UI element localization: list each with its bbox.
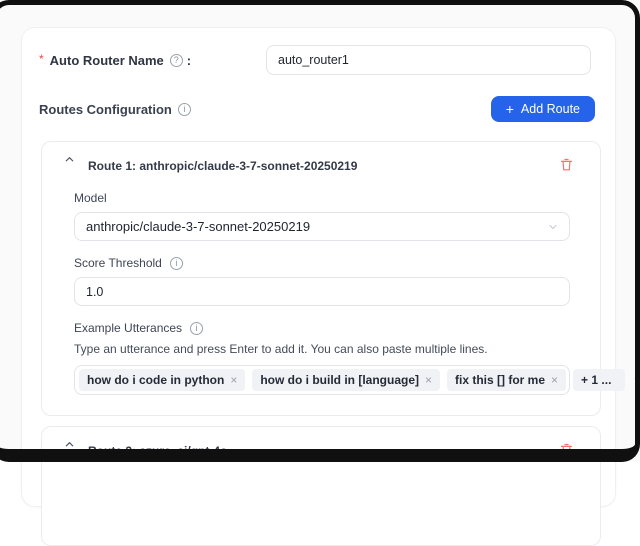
plus-icon: + bbox=[506, 102, 514, 116]
utterance-tag-label: how do i code in python bbox=[87, 373, 224, 387]
utterances-help-text: Type an utterance and press Enter to add… bbox=[74, 342, 570, 356]
route-1-header: Route 1: anthropic/claude-3-7-sonnet-202… bbox=[62, 152, 576, 174]
tag-remove-icon[interactable]: × bbox=[425, 373, 432, 387]
route-2-header: Route 2: azure_ai/gpt-4o bbox=[62, 437, 576, 459]
auto-router-name-row: * Auto Router Name ? : bbox=[22, 28, 615, 75]
model-select[interactable]: anthropic/claude-3-7-sonnet-20250219 bbox=[74, 212, 570, 241]
chevron-down-icon bbox=[547, 221, 559, 233]
collapse-chevron-up-icon[interactable] bbox=[62, 437, 77, 452]
route-1-title: Route 1: anthropic/claude-3-7-sonnet-202… bbox=[88, 159, 357, 173]
routes-configuration-label: Routes Configuration bbox=[39, 102, 172, 117]
utterance-tag: how do i build in [language] × bbox=[252, 369, 440, 391]
utterance-tag-label: fix this [] for me bbox=[455, 373, 545, 387]
score-threshold-label-text: Score Threshold bbox=[74, 256, 162, 270]
tag-remove-icon[interactable]: × bbox=[551, 373, 558, 387]
routes-configuration-row: Routes Configuration i + Add Route bbox=[22, 75, 615, 122]
label-colon: : bbox=[187, 53, 191, 68]
info-circle-icon[interactable]: i bbox=[170, 257, 183, 270]
page-background: * Auto Router Name ? : Routes Configurat… bbox=[0, 0, 640, 462]
utterance-tag: how do i code in python × bbox=[79, 369, 245, 391]
model-label: Model bbox=[74, 191, 570, 205]
example-utterances-label: Example Utterances i bbox=[74, 321, 570, 335]
add-route-button-label: Add Route bbox=[521, 102, 580, 116]
utterances-tags-input[interactable]: how do i code in python × how do i build… bbox=[74, 365, 570, 395]
route-1-body: Model anthropic/claude-3-7-sonnet-202502… bbox=[62, 191, 576, 395]
route-card-2: Route 2: azure_ai/gpt-4o bbox=[41, 426, 601, 546]
score-threshold-input[interactable] bbox=[74, 277, 570, 306]
utterance-tag-label: how do i build in [language] bbox=[260, 373, 419, 387]
utterance-tag: fix this [] for me × bbox=[447, 369, 566, 391]
tag-remove-icon[interactable]: × bbox=[230, 373, 237, 387]
auto-router-name-label: Auto Router Name bbox=[50, 53, 164, 68]
info-circle-icon[interactable]: i bbox=[178, 103, 191, 116]
chevron-down-icon bbox=[632, 374, 640, 386]
example-utterances-label-text: Example Utterances bbox=[74, 321, 182, 335]
info-circle-icon[interactable]: i bbox=[190, 322, 203, 335]
route-2-title: Route 2: azure_ai/gpt-4o bbox=[88, 444, 227, 458]
collapse-chevron-up-icon[interactable] bbox=[62, 152, 77, 167]
delete-route-1-trash-icon[interactable] bbox=[557, 155, 576, 174]
add-route-button[interactable]: + Add Route bbox=[491, 96, 595, 122]
auto-router-name-label-group: * Auto Router Name ? : bbox=[39, 53, 191, 68]
auto-router-form-card: * Auto Router Name ? : Routes Configurat… bbox=[21, 27, 616, 507]
question-circle-icon[interactable]: ? bbox=[170, 54, 183, 67]
route-card-1: Route 1: anthropic/claude-3-7-sonnet-202… bbox=[41, 141, 601, 416]
model-select-value: anthropic/claude-3-7-sonnet-20250219 bbox=[86, 219, 310, 234]
score-threshold-label: Score Threshold i bbox=[74, 256, 570, 270]
auto-router-name-input[interactable] bbox=[266, 45, 591, 75]
routes-configuration-label-group: Routes Configuration i bbox=[39, 102, 191, 117]
delete-route-2-trash-icon[interactable] bbox=[557, 440, 576, 459]
required-asterisk: * bbox=[39, 52, 44, 66]
model-label-text: Model bbox=[74, 191, 107, 205]
more-tags-badge[interactable]: + 1 ... bbox=[573, 369, 625, 391]
